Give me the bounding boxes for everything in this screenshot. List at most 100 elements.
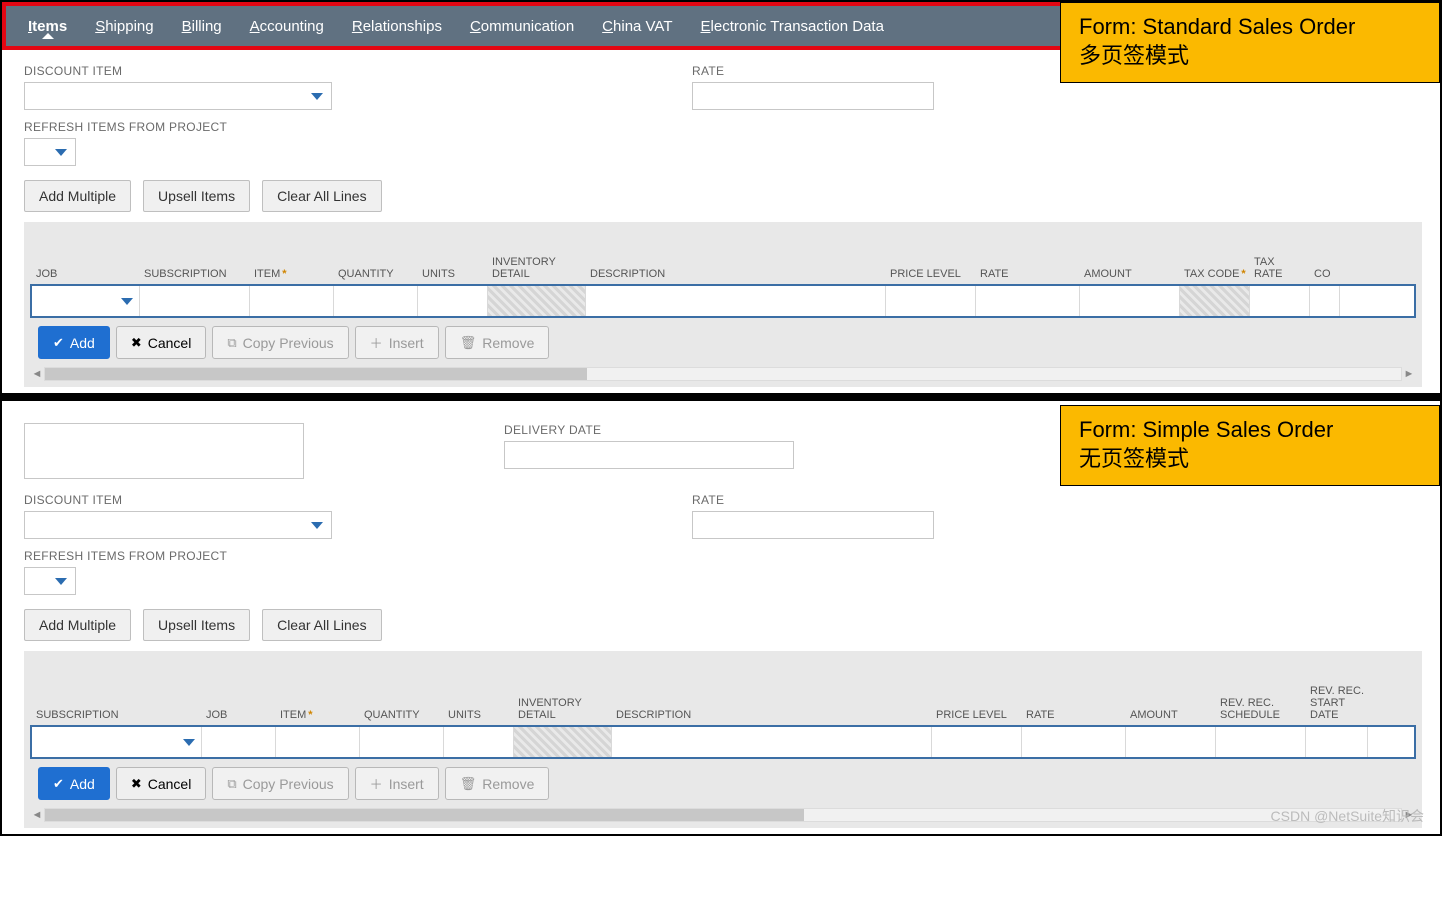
clear-all-lines-button[interactable]: Clear All Lines [262, 180, 382, 212]
memo-textarea[interactable] [24, 423, 304, 479]
col-header: INVENTORY DETAIL [514, 697, 612, 725]
col-header: RATE [1022, 709, 1126, 725]
col-header: JOB [202, 709, 276, 725]
tab-shipping[interactable]: Shipping [81, 18, 167, 35]
grid-cell[interactable] [1080, 286, 1180, 316]
refresh-items-field: REFRESH ITEMS FROM PROJECT [24, 120, 1422, 166]
grid-cell[interactable] [444, 727, 514, 757]
items-grid-top: JOBSUBSCRIPTIONITEMQUANTITYUNITSINVENTOR… [24, 222, 1422, 387]
grid-cell[interactable] [1022, 727, 1126, 757]
discount-item-select[interactable] [24, 82, 332, 110]
col-header: PRICE LEVEL [886, 268, 976, 284]
row-remove-button[interactable]: 🗑Remove [445, 767, 550, 800]
grid-cell[interactable] [32, 286, 140, 316]
row-copy-previous-button[interactable]: ⧉Copy Previous [212, 767, 348, 800]
grid-cell[interactable] [202, 727, 276, 757]
grid-cell[interactable] [612, 727, 932, 757]
col-header: REV. REC. START DATE [1306, 685, 1368, 725]
grid-cell[interactable] [976, 286, 1080, 316]
grid-cell[interactable] [1310, 286, 1340, 316]
add-multiple-button[interactable]: Add Multiple [24, 180, 131, 212]
col-header: AMOUNT [1126, 709, 1216, 725]
refresh-items-select[interactable] [24, 567, 76, 595]
delivery-date-label: DELIVERY DATE [504, 423, 794, 437]
rate-input[interactable] [692, 82, 934, 110]
grid-cell[interactable] [1306, 727, 1368, 757]
row-copy-previous-button[interactable]: ⧉Copy Previous [212, 326, 348, 359]
col-header: QUANTITY [360, 709, 444, 725]
annotation-note-bottom: Form: Simple Sales Order 无页签模式 [1060, 405, 1440, 486]
rate-input[interactable] [692, 511, 934, 539]
grid-cell[interactable] [1126, 727, 1216, 757]
col-header: CO [1310, 268, 1340, 284]
tab-electronic-transaction-data[interactable]: Electronic Transaction Data [687, 18, 898, 35]
tab-relationships[interactable]: Relationships [338, 18, 456, 35]
horizontal-scrollbar[interactable]: ◄ ► [30, 808, 1416, 822]
check-icon: ✔ [53, 776, 64, 792]
horizontal-scrollbar[interactable]: ◄ ► [30, 367, 1416, 381]
grid-cell[interactable] [1180, 286, 1250, 316]
grid-cell[interactable] [1216, 727, 1306, 757]
row-insert-button[interactable]: ＋Insert [355, 326, 439, 359]
grid-cell[interactable] [334, 286, 418, 316]
tab-items[interactable]: Items [14, 18, 81, 35]
col-header: JOB [32, 268, 140, 284]
col-header: PRICE LEVEL [932, 709, 1022, 725]
grid-cell[interactable] [586, 286, 886, 316]
discount-item-select[interactable] [24, 511, 332, 539]
grid-cell[interactable] [418, 286, 488, 316]
tab-billing[interactable]: Billing [168, 18, 236, 35]
scroll-left-icon[interactable]: ◄ [30, 367, 44, 381]
note-line2: 多页签模式 [1079, 42, 1421, 71]
clear-all-lines-button[interactable]: Clear All Lines [262, 609, 382, 641]
watermark: CSDN @NetSuite知识会 [1271, 806, 1424, 826]
add-multiple-button[interactable]: Add Multiple [24, 609, 131, 641]
items-grid-bottom: SUBSCRIPTIONJOBITEMQUANTITYUNITSINVENTOR… [24, 651, 1422, 828]
col-header: DESCRIPTION [612, 709, 932, 725]
rate-label: RATE [692, 64, 934, 78]
col-header: ITEM [250, 268, 334, 284]
note-line1: Form: Simple Sales Order [1079, 416, 1421, 445]
check-icon: ✔ [53, 335, 64, 351]
grid-cell[interactable] [250, 286, 334, 316]
grid-cell[interactable] [276, 727, 360, 757]
delivery-date-input[interactable] [504, 441, 794, 469]
col-header: REV. REC. SCHEDULE [1216, 697, 1306, 725]
chevron-down-icon [121, 298, 133, 305]
chevron-down-icon [183, 739, 195, 746]
row-insert-button[interactable]: ＋Insert [355, 767, 439, 800]
grid-cell[interactable] [360, 727, 444, 757]
rate-label: RATE [692, 493, 934, 507]
plus-icon: ＋ [370, 333, 383, 352]
grid-cell[interactable] [886, 286, 976, 316]
tab-china-vat[interactable]: China VAT [588, 18, 686, 35]
grid-cell[interactable] [488, 286, 586, 316]
tab-accounting[interactable]: Accounting [236, 18, 338, 35]
tab-communication[interactable]: Communication [456, 18, 588, 35]
row-cancel-button[interactable]: ✖Cancel [116, 326, 207, 359]
discount-item-label: DISCOUNT ITEM [24, 493, 332, 507]
scroll-left-icon[interactable]: ◄ [30, 808, 44, 822]
refresh-items-select[interactable] [24, 138, 76, 166]
upsell-items-button[interactable]: Upsell Items [143, 180, 250, 212]
row-add-button[interactable]: ✔Add [38, 326, 110, 359]
col-header: INVENTORY DETAIL [488, 256, 586, 284]
grid-cell[interactable] [514, 727, 612, 757]
col-header: AMOUNT [1080, 268, 1180, 284]
grid-cell[interactable] [32, 727, 202, 757]
row-cancel-button[interactable]: ✖Cancel [116, 767, 207, 800]
close-icon: ✖ [131, 776, 142, 792]
grid-cell[interactable] [1250, 286, 1310, 316]
grid-cell[interactable] [932, 727, 1022, 757]
col-header: UNITS [444, 709, 514, 725]
chevron-down-icon [311, 93, 323, 100]
col-header: ITEM [276, 709, 360, 725]
row-remove-button[interactable]: 🗑Remove [445, 326, 550, 359]
col-header: SUBSCRIPTION [32, 709, 202, 725]
plus-icon: ＋ [370, 774, 383, 793]
row-add-button[interactable]: ✔Add [38, 767, 110, 800]
discount-item-label: DISCOUNT ITEM [24, 64, 332, 78]
upsell-items-button[interactable]: Upsell Items [143, 609, 250, 641]
grid-cell[interactable] [140, 286, 250, 316]
scroll-right-icon[interactable]: ► [1402, 367, 1416, 381]
